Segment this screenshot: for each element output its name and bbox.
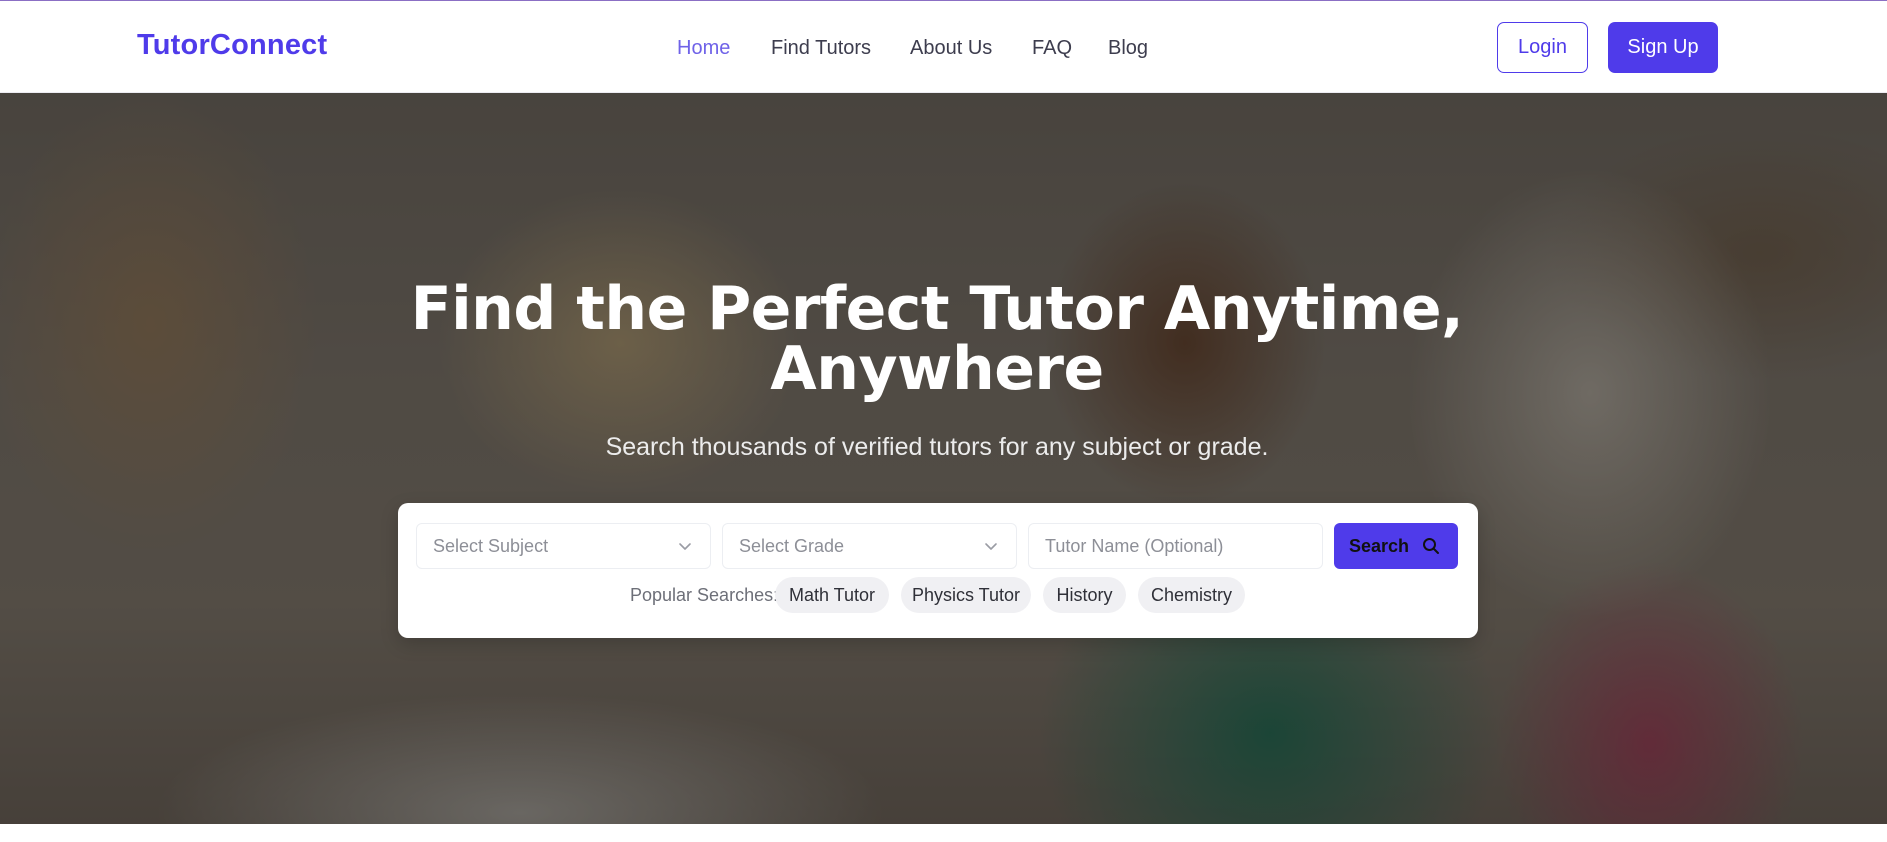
search-card: Select Subject Select Grade Tutor Name (… [398,503,1478,638]
tutor-name-placeholder: Tutor Name (Optional) [1045,535,1224,556]
popular-searches-label: Popular Searches: [630,585,779,605]
site-header: TutorConnect Home Find Tutors About Us F… [0,1,1887,93]
signup-button[interactable]: Sign Up [1608,22,1718,73]
popular-chip-chemistry[interactable]: Chemistry [1138,577,1245,613]
grade-select-placeholder: Select Grade [739,535,845,556]
nav-item-faq[interactable]: FAQ [1032,37,1072,60]
hero-title-line-2: Anywhere [770,334,1104,404]
popular-chip-history[interactable]: History [1043,577,1126,613]
nav-item-find-tutors[interactable]: Find Tutors [771,37,871,60]
chevron-down-icon [985,543,997,550]
hero-title: Find the Perfect Tutor Anytime, Anywhere [0,279,1874,399]
hero-section: Find the Perfect Tutor Anytime, Anywhere… [0,93,1887,824]
tutor-name-input[interactable]: Tutor Name (Optional) [1028,523,1323,569]
login-button[interactable]: Login [1497,22,1588,73]
popular-chip-math-tutor[interactable]: Math Tutor [775,577,889,613]
nav-item-about-us[interactable]: About Us [910,37,992,60]
subject-select[interactable]: Select Subject [416,523,711,569]
brand-logo[interactable]: TutorConnect [137,29,327,62]
hero-subtitle: Search thousands of verified tutors for … [605,433,1269,461]
grade-select[interactable]: Select Grade [722,523,1017,569]
subject-select-placeholder: Select Subject [433,535,549,556]
search-button[interactable]: Search [1334,523,1458,569]
nav-item-blog[interactable]: Blog [1108,37,1148,60]
search-icon [1423,538,1439,554]
page-bottom-edge [0,824,1887,842]
popular-chip-physics-tutor[interactable]: Physics Tutor [901,577,1031,613]
nav-item-home[interactable]: Home [677,37,730,60]
search-button-label: Search [1349,536,1410,556]
chevron-down-icon [679,543,691,550]
